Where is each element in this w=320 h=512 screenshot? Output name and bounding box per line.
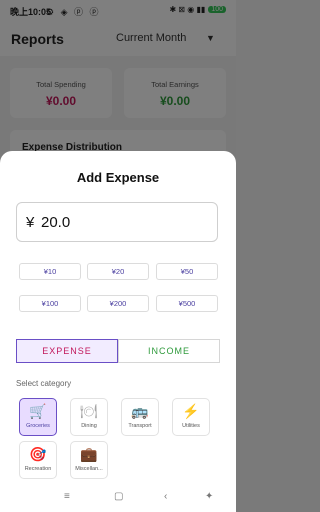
cart-icon: 🛒 <box>29 403 47 419</box>
category-label: Dining <box>81 423 97 429</box>
sheet-title: Add Expense <box>76 170 160 185</box>
back-icon[interactable]: ‹ <box>164 491 167 502</box>
system-nav-bar: ≡ ▢ ‹ ✦ <box>0 485 236 512</box>
briefcase-icon: 💼 <box>80 446 98 462</box>
category-utilities[interactable]: ⚡ Utilities <box>172 398 210 436</box>
tab-income[interactable]: INCOME <box>118 339 220 363</box>
category-transport[interactable]: 🚌 Transport <box>121 398 159 436</box>
accessibility-icon[interactable]: ✦ <box>205 491 213 502</box>
tab-expense[interactable]: EXPENSE <box>16 339 118 363</box>
quick-amount-10[interactable]: ¥10 <box>19 263 81 280</box>
category-label: Recreation <box>24 466 52 472</box>
category-label: Utilities <box>182 423 200 429</box>
quick-amount-100[interactable]: ¥100 <box>19 295 81 312</box>
quick-amount-200[interactable]: ¥200 <box>87 295 149 312</box>
category-recreation[interactable]: 🎯 Recreation <box>19 441 57 479</box>
currency-symbol: ¥ <box>26 214 35 231</box>
target-icon: 🎯 <box>29 446 47 462</box>
select-category-label: Select category <box>16 379 72 388</box>
lightning-icon: ⚡ <box>182 403 200 419</box>
category-dining[interactable]: 🍽 Dining <box>70 398 108 436</box>
quick-amount-500[interactable]: ¥500 <box>156 295 218 312</box>
category-label: Transport <box>128 423 152 429</box>
dining-icon: 🍽 <box>80 403 98 419</box>
category-miscellaneous[interactable]: 💼 Miscellan... <box>70 441 108 479</box>
category-label: Miscellan... <box>75 466 103 472</box>
category-groceries[interactable]: 🛒 Groceries <box>19 398 57 436</box>
quick-amount-20[interactable]: ¥20 <box>87 263 149 280</box>
bus-icon: 🚌 <box>131 403 149 419</box>
home-icon[interactable]: ▢ <box>114 491 123 502</box>
quick-amount-50[interactable]: ¥50 <box>156 263 218 280</box>
amount-value: 20.0 <box>41 214 71 231</box>
amount-input[interactable]: ¥ 20.0 <box>16 202 218 242</box>
menu-icon[interactable]: ≡ <box>64 491 70 502</box>
category-label: Groceries <box>26 423 50 429</box>
add-expense-sheet: Add Expense ¥ 20.0 ¥10 ¥20 ¥50 ¥100 ¥200… <box>0 151 236 512</box>
